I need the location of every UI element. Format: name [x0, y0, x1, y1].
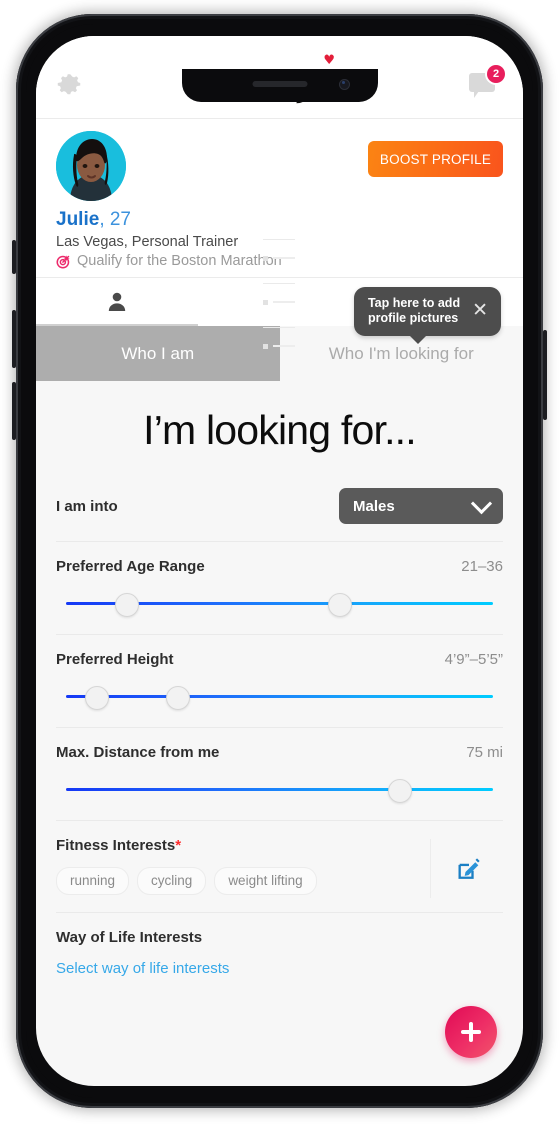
row-fitness-interests: Fitness Interests* running cycling weigh…	[56, 820, 503, 912]
mute-switch[interactable]	[12, 240, 16, 274]
chevron-down-icon	[470, 492, 493, 514]
volume-up-button[interactable]	[12, 310, 16, 368]
profile-section-tabs: Tap here to add profile pictures ✕	[36, 238, 523, 349]
phone-screen: datefit♥ 2 BOO	[36, 36, 523, 1086]
age-slider-handle-min[interactable]	[114, 593, 139, 617]
label-i-am-into: I am into	[56, 497, 118, 515]
distance-slider-handle[interactable]	[388, 779, 413, 803]
label-age-range: Preferred Age Range	[56, 558, 205, 575]
label-distance: Max. Distance from me	[56, 744, 220, 761]
message-badge: 2	[487, 65, 505, 83]
profile-first-name: Julie	[56, 209, 100, 230]
height-range-slider[interactable]	[66, 686, 493, 710]
tab-person[interactable]	[36, 278, 199, 326]
row-distance: Max. Distance from me 75 mi	[56, 727, 503, 820]
height-slider-track	[66, 695, 493, 698]
tooltip-arrow	[409, 335, 428, 344]
row-age-range: Preferred Age Range 21–36	[56, 541, 503, 634]
edit-fitness-interests-button[interactable]	[430, 839, 507, 898]
preferences-form: I am into Males Preferred Age Range 21–3…	[36, 484, 523, 994]
edit-pencil-icon	[458, 857, 480, 879]
height-slider-handle-min[interactable]	[84, 686, 109, 710]
boost-profile-button[interactable]: BOOST PROFILE	[368, 141, 503, 177]
phone-notch	[181, 69, 378, 102]
person-icon	[108, 292, 126, 311]
label-height: Preferred Height	[56, 651, 174, 668]
chip-cycling[interactable]: cycling	[137, 867, 207, 895]
list-icon	[245, 238, 313, 366]
gender-preference-select[interactable]: Males	[339, 488, 503, 524]
tooltip-text: Tap here to add profile pictures	[367, 296, 461, 325]
row-height: Preferred Height 4’9”–5’5”	[56, 634, 503, 727]
height-slider-handle-max[interactable]	[166, 686, 191, 710]
profile-age: , 27	[99, 209, 132, 230]
front-camera	[338, 79, 350, 90]
value-distance: 75 mi	[466, 744, 503, 761]
plus-icon	[460, 1021, 482, 1043]
volume-down-button[interactable]	[12, 382, 16, 440]
screenshot-stage: datefit♥ 2 BOO	[0, 0, 559, 1124]
age-slider-handle-max[interactable]	[328, 593, 353, 617]
add-photos-tooltip: Tap here to add profile pictures ✕	[353, 287, 501, 344]
tab-who-i-am[interactable]: Who I am	[36, 326, 280, 381]
page-title: I’m looking for...	[36, 381, 523, 484]
label-way-of-life-interests: Way of Life Interests	[56, 929, 203, 946]
message-icon[interactable]: 2	[469, 65, 505, 99]
label-fitness-interests: Fitness Interests*	[56, 837, 181, 854]
chip-running[interactable]: running	[56, 867, 130, 895]
close-icon[interactable]: ✕	[472, 301, 488, 320]
select-way-of-life-link[interactable]: Select way of life interests	[56, 960, 503, 977]
label-fitness-interests-text: Fitness Interests	[56, 837, 176, 854]
row-way-of-life-interests: Way of Life Interests Select way of life…	[56, 912, 503, 994]
profile-name: Julie, 27	[56, 209, 503, 231]
target-icon	[56, 254, 70, 268]
tab-list[interactable]	[198, 238, 360, 349]
row-i-am-into: I am into Males	[56, 484, 503, 541]
power-button[interactable]	[543, 330, 547, 420]
chip-weight-lifting[interactable]: weight lifting	[214, 867, 317, 895]
distance-slider[interactable]	[66, 779, 493, 803]
distance-slider-track	[66, 788, 493, 791]
avatar[interactable]	[56, 131, 126, 201]
age-range-slider[interactable]	[66, 593, 493, 617]
earpiece-speaker	[252, 81, 307, 87]
add-button[interactable]	[445, 1006, 497, 1058]
value-age-range: 21–36	[461, 558, 503, 575]
heart-icon: ♥	[323, 53, 335, 68]
value-height: 4’9”–5’5”	[444, 651, 503, 668]
required-asterisk: *	[175, 837, 182, 854]
gender-preference-value: Males	[353, 497, 395, 515]
